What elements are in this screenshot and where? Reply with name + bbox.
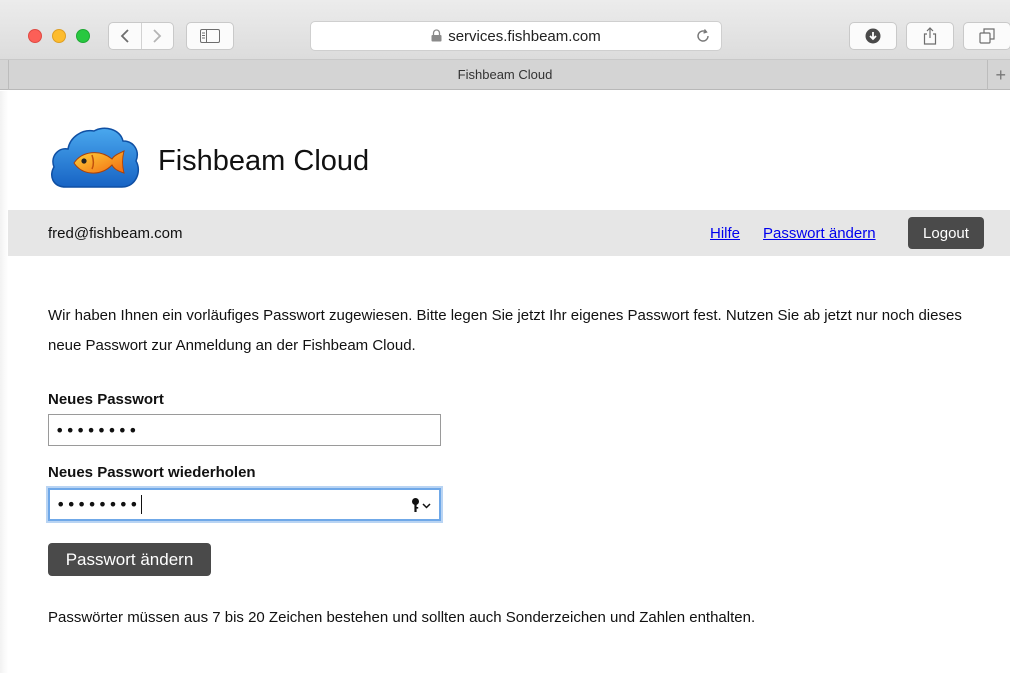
help-link[interactable]: Hilfe <box>710 225 740 242</box>
logout-button[interactable]: Logout <box>908 217 984 249</box>
forward-button[interactable] <box>140 23 174 49</box>
new-tab-icon[interactable]: + <box>995 66 1006 84</box>
change-password-link[interactable]: Passwort ändern <box>763 225 876 242</box>
address-bar[interactable]: services.fishbeam.com <box>310 21 722 51</box>
reload-icon[interactable] <box>695 28 711 44</box>
intro-text: Wir haben Ihnen ein vorläufiges Passwort… <box>48 307 962 354</box>
repeat-password-value: •••••••• <box>56 495 140 514</box>
repeat-password-label: Neues Passwort wiederholen <box>48 464 256 481</box>
change-password-button[interactable]: Passwort ändern <box>48 543 211 576</box>
downloads-button[interactable] <box>849 22 897 50</box>
tabs-icon <box>979 28 995 44</box>
user-bar: fred@fishbeam.com Hilfe Passwort ändern … <box>8 210 1010 256</box>
keychain-icon[interactable] <box>411 497 433 513</box>
close-window-button[interactable] <box>28 29 42 43</box>
back-button[interactable] <box>109 23 141 49</box>
text-caret <box>140 495 142 514</box>
tab-title[interactable]: Fishbeam Cloud <box>458 67 553 82</box>
share-button[interactable] <box>906 22 954 50</box>
navigation-buttons <box>108 22 174 50</box>
new-password-label: Neues Passwort <box>48 391 164 408</box>
url-text: services.fishbeam.com <box>448 27 601 45</box>
repeat-password-field[interactable]: •••••••• <box>48 488 441 521</box>
new-password-field[interactable]: •••••••• <box>48 414 441 446</box>
forward-icon <box>153 29 162 43</box>
tab-bar: Fishbeam Cloud + <box>0 60 1010 90</box>
share-icon <box>923 27 937 45</box>
minimize-window-button[interactable] <box>52 29 66 43</box>
fish-cloud-logo <box>51 127 140 188</box>
lock-icon <box>431 28 442 41</box>
download-icon <box>865 28 881 44</box>
new-password-value: •••••••• <box>55 420 139 440</box>
page-content: Fishbeam Cloud fred@fishbeam.com Hilfe P… <box>8 91 1010 673</box>
sidebar-icon <box>200 29 220 43</box>
maximize-window-button[interactable] <box>76 29 90 43</box>
tab-overview-button[interactable] <box>963 22 1010 50</box>
user-email: fred@fishbeam.com <box>48 224 183 242</box>
sidebar-button[interactable] <box>186 22 234 50</box>
browser-titlebar: services.fishbeam.com <box>0 0 1010 60</box>
back-icon <box>120 29 129 43</box>
password-hint: Passwörter müssen aus 7 bis 20 Zeichen b… <box>48 609 756 626</box>
site-title: Fishbeam Cloud <box>158 145 370 177</box>
